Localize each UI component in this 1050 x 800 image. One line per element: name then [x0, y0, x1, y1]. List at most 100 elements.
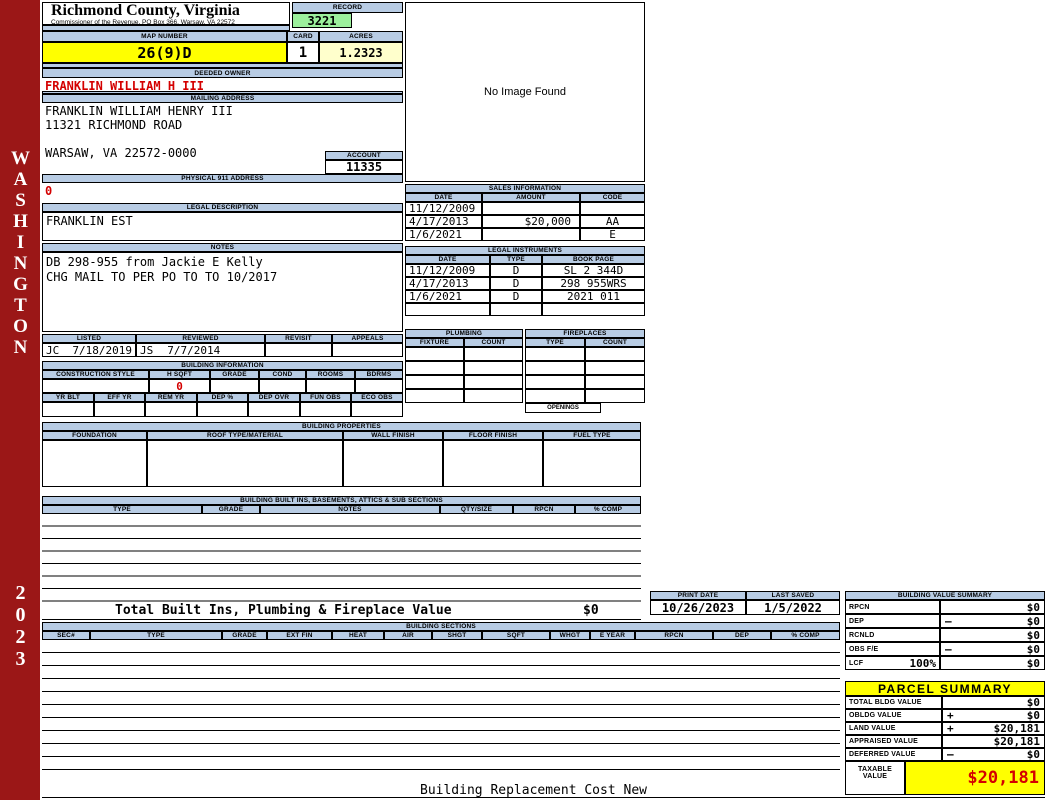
instr-row-empty	[490, 303, 542, 316]
plumbing-cell	[405, 375, 464, 389]
footer-text: Building Replacement Cost New	[420, 783, 647, 798]
roof-label: ROOF TYPE/MATERIAL	[147, 431, 343, 440]
builtins-total-label: Total Built Ins, Plumbing & Fireplace Va…	[115, 603, 452, 618]
ps-row-value: $0	[942, 696, 1045, 709]
deppct-value	[197, 402, 248, 417]
last-saved-label: LAST SAVED	[746, 591, 840, 600]
instr-row-book: SL 2 344D	[542, 264, 645, 277]
account-value[interactable]: 11335	[325, 160, 403, 174]
plumbing-cell	[464, 375, 523, 389]
bvs-row-value: – $0	[940, 614, 1045, 628]
construction-style-value	[42, 379, 149, 393]
bvs-row-value: – $0	[940, 642, 1045, 656]
building-sections-empty-rows	[42, 640, 840, 780]
bvs-label: DEP	[849, 617, 864, 625]
bdrms-value	[355, 379, 403, 393]
fireplaces-title: FIREPLACES	[525, 329, 645, 338]
effyr-label: EFF YR	[94, 393, 145, 402]
legal-description-box[interactable]: FRANKLIN EST	[42, 212, 403, 241]
listed-label: LISTED	[42, 334, 136, 343]
plumbing-fixture-label: FIXTURE	[405, 338, 464, 347]
bvs-row-value: $0	[940, 656, 1045, 670]
bs-shgt-label: SHGT	[432, 631, 482, 640]
plumbing-cell	[405, 389, 464, 403]
bs-extfin-label: EXT FIN	[267, 631, 332, 640]
reviewed-date: 7/7/2014	[167, 343, 221, 357]
bvs-row-label: RCNLD	[845, 628, 940, 642]
instr-row-book: 2021 011	[542, 290, 645, 303]
rooms-label: ROOMS	[306, 370, 355, 379]
yrblt-value	[42, 402, 94, 417]
ps-value: $0	[1026, 709, 1040, 722]
bvs-op: –	[945, 614, 952, 628]
bs-sqft-label: SQFT	[482, 631, 550, 640]
no-image-text: No Image Found	[484, 86, 566, 98]
map-number-value[interactable]: 26(9)D	[42, 42, 287, 63]
last-saved-value: 1/5/2022	[746, 600, 840, 615]
ps-row-label: DEFERRED VALUE	[845, 748, 942, 761]
acres-value[interactable]: 1.2323	[319, 42, 403, 63]
bvs-value: $0	[1026, 600, 1040, 614]
sales-row-code: AA	[580, 215, 645, 228]
listed-value: JC 7/18/2019	[42, 343, 136, 357]
reviewed-by: JS	[140, 343, 154, 357]
ps-row-value: + $0	[942, 709, 1045, 722]
grade-value	[210, 379, 259, 393]
bvs-row-value: $0	[940, 628, 1045, 642]
wall-finish-box	[343, 440, 443, 487]
roof-box	[147, 440, 343, 487]
builtins-qty-label: QTY/SIZE	[440, 505, 513, 514]
instr-row-book: 298 955WRS	[542, 277, 645, 290]
print-date-label: PRINT DATE	[650, 591, 746, 600]
floor-finish-label: FLOOR FINISH	[443, 431, 543, 440]
hsqft-label: H SQFT	[149, 370, 210, 379]
instr-book-label: BOOK PAGE	[542, 255, 645, 264]
reviewed-value: JS 7/7/2014	[136, 343, 265, 357]
appeals-value	[332, 343, 403, 357]
legal-description-value: FRANKLIN EST	[46, 214, 133, 228]
fireplace-cell	[585, 375, 645, 389]
sales-row-amount: $20,000	[482, 215, 580, 228]
bvs-value: $0	[1026, 628, 1040, 642]
bvs-extra: 100%	[909, 656, 937, 670]
bs-air-label: AIR	[384, 631, 432, 640]
ps-value: $20,181	[993, 722, 1040, 735]
notes-box[interactable]: DB 298-955 from Jackie E Kelly CHG MAIL …	[42, 252, 403, 332]
builtins-type-label: TYPE	[42, 505, 202, 514]
sales-row-date: 11/12/2009	[405, 202, 482, 215]
bvs-label: RCNLD	[849, 631, 875, 639]
bs-comp-label: % COMP	[771, 631, 840, 640]
bvs-value: $0	[1026, 642, 1040, 656]
instr-row-date: 1/6/2021	[405, 290, 490, 303]
remyr-label: REM YR	[145, 393, 197, 402]
bs-rpcn-label: RPCN	[635, 631, 713, 640]
plumbing-cell	[464, 347, 523, 361]
building-value-summary-title: BUILDING VALUE SUMMARY	[845, 591, 1045, 600]
bvs-row-label: DEP	[845, 614, 940, 628]
bs-type-label: TYPE	[90, 631, 222, 640]
deppct-label: DEP %	[197, 393, 248, 402]
property-image-placeholder[interactable]: No Image Found	[405, 2, 645, 182]
bvs-label: OBS F/E	[849, 645, 879, 653]
builtins-empty-rows	[42, 514, 641, 602]
card-value[interactable]: 1	[287, 42, 319, 63]
remyr-value	[145, 402, 197, 417]
builtins-notes-label: NOTES	[260, 505, 440, 514]
fireplace-cell	[525, 375, 585, 389]
mailing-address-line2: 11321 RICHMOND ROAD	[45, 118, 183, 132]
builtins-comp-label: % COMP	[575, 505, 641, 514]
taxable-value-box: $20,181	[905, 761, 1045, 795]
listed-date: 7/18/2019	[72, 343, 132, 357]
rooms-value	[306, 379, 355, 393]
bvs-row-label: LCF 100%	[845, 656, 940, 670]
funobs-value	[300, 402, 351, 417]
sales-date-label: DATE	[405, 193, 482, 202]
ps-label: APPRAISED VALUE	[849, 738, 918, 745]
print-date-value: 10/26/2023	[650, 600, 746, 615]
physical-address-label: PHYSICAL 911 ADDRESS	[42, 174, 403, 183]
sales-code-label: CODE	[580, 193, 645, 202]
listed-by: JC	[46, 343, 60, 357]
funobs-label: FUN OBS	[300, 393, 351, 402]
record-value[interactable]: 3221	[292, 13, 352, 28]
fireplace-cell	[525, 361, 585, 375]
